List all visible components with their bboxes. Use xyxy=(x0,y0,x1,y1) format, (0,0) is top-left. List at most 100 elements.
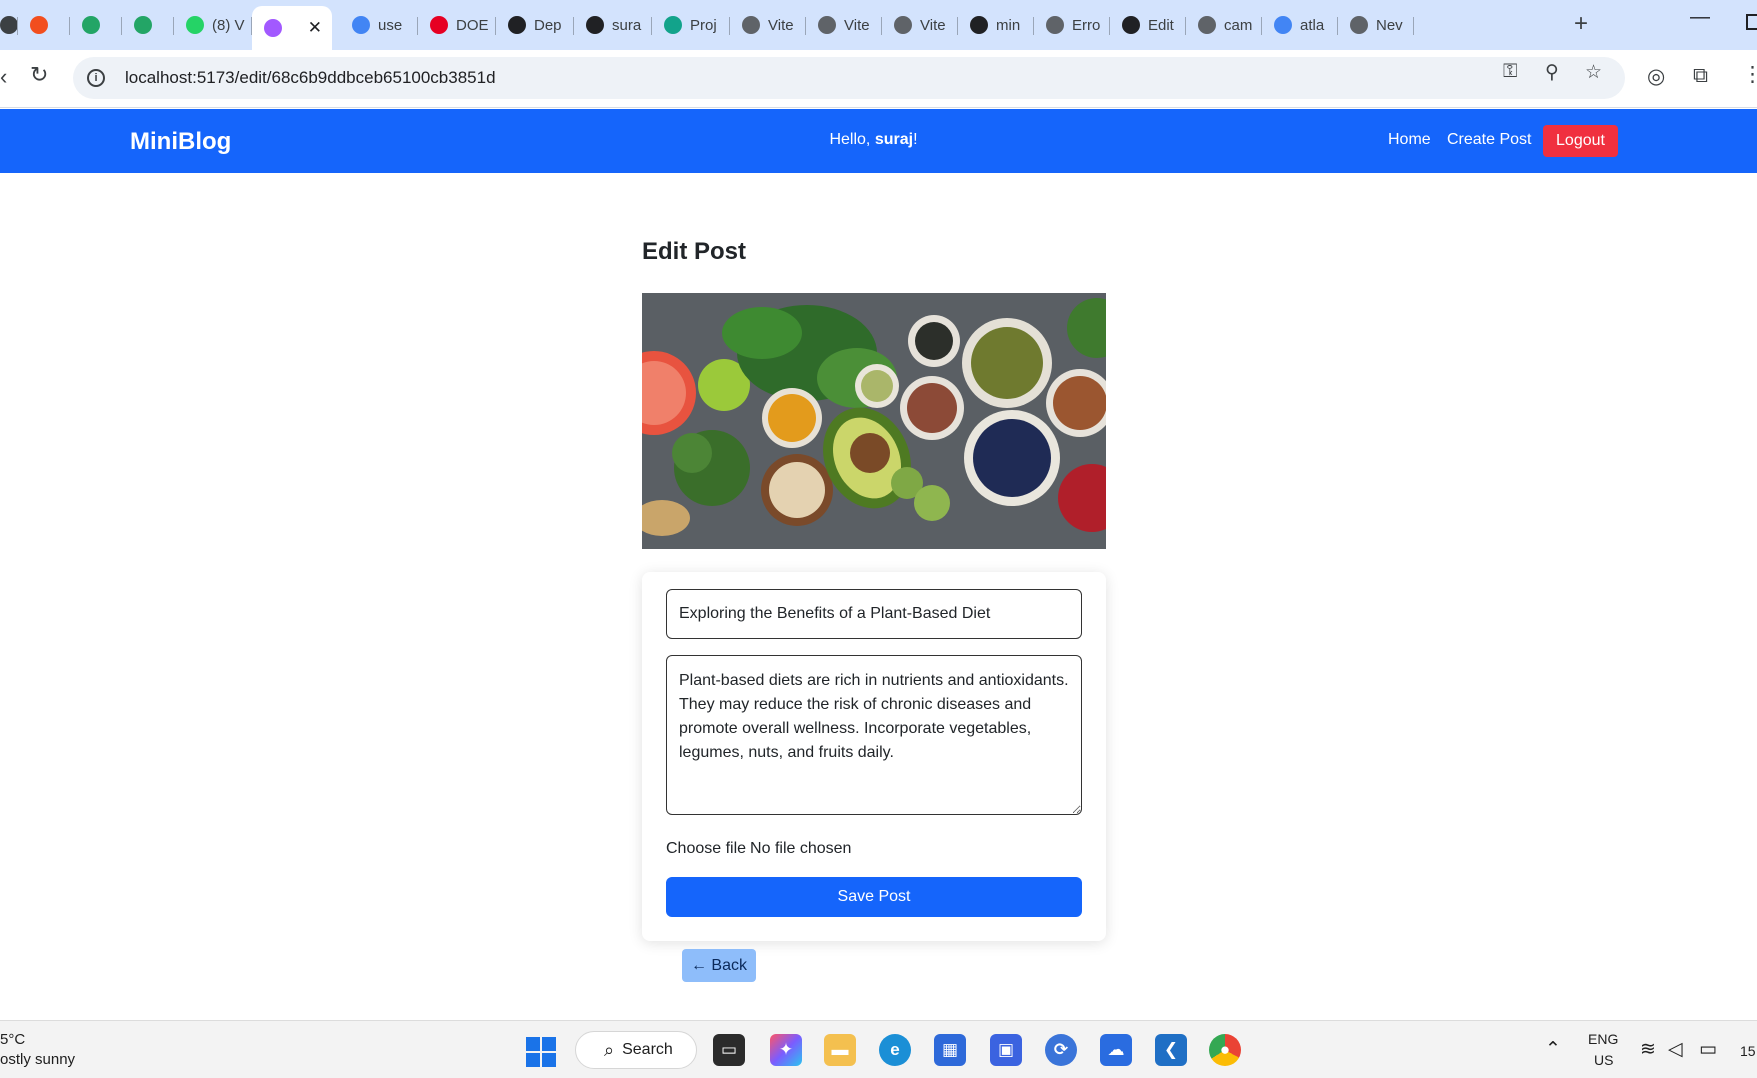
weather-temperature[interactable]: 5°C xyxy=(0,1031,25,1048)
browser-tab[interactable]: cam xyxy=(1186,8,1262,42)
browser-tab-label: Vite xyxy=(920,16,946,34)
zoom-icon[interactable]: ⚲ xyxy=(1545,61,1559,84)
browser-tab[interactable]: Dep xyxy=(496,8,574,42)
back-button[interactable]: ← Back xyxy=(682,949,756,982)
globe-icon xyxy=(818,16,836,34)
browser-tab[interactable]: min xyxy=(958,8,1034,42)
browser-toolbar: ‹ ↻ i localhost:5173/edit/68c6b9ddbceb65… xyxy=(0,50,1757,108)
language-region[interactable]: US xyxy=(1594,1052,1613,1068)
minimize-button[interactable]: — xyxy=(1690,6,1710,29)
url-text[interactable]: localhost:5173/edit/68c6b9ddbceb65100cb3… xyxy=(125,68,496,88)
figma-icon xyxy=(30,16,48,34)
globe-icon xyxy=(894,16,912,34)
onedrive-icon[interactable]: ☁ xyxy=(1100,1034,1132,1066)
sync-app-icon[interactable]: ⟳ xyxy=(1045,1034,1077,1066)
browser-tab[interactable]: F xyxy=(0,8,18,42)
pinterest-icon xyxy=(430,16,448,34)
vscode-icon[interactable]: ❮ xyxy=(1155,1034,1187,1066)
greeting-suffix: ! xyxy=(913,131,918,148)
tab-separator xyxy=(1413,17,1414,35)
wifi-icon[interactable]: ≋ xyxy=(1640,1038,1656,1061)
clock[interactable]: 15 xyxy=(1740,1043,1756,1059)
browser-tab-label: (8) V xyxy=(212,16,245,34)
browser-tab-label: Proj xyxy=(690,16,717,34)
nav-home-link[interactable]: Home xyxy=(1388,131,1431,149)
google-icon xyxy=(352,16,370,34)
app-navbar: MiniBlog Hello, suraj! Home Create Post … xyxy=(0,109,1757,173)
taskbar-search-label: Search xyxy=(622,1041,673,1058)
browser-tab[interactable] xyxy=(70,8,122,42)
browser-tab-label: Vite xyxy=(768,16,794,34)
post-image xyxy=(642,293,1106,549)
copilot-icon[interactable]: ✦ xyxy=(770,1034,802,1066)
windows-taskbar: 5°C ostly sunny ⌕ Search ▭ ✦ ▬ e ▦ ▣ ⟳ ☁… xyxy=(0,1020,1757,1078)
search-icon: ⌕ xyxy=(604,1039,615,1060)
menu-icon[interactable]: ⋮ xyxy=(1742,62,1757,87)
save-post-button[interactable]: Save Post xyxy=(666,877,1082,917)
file-explorer-icon[interactable]: ▬ xyxy=(824,1034,856,1066)
weather-description[interactable]: ostly sunny xyxy=(0,1051,75,1068)
diamond-icon xyxy=(664,16,682,34)
page-title: Edit Post xyxy=(642,238,747,265)
show-hidden-icons-icon[interactable]: ⌃ xyxy=(1545,1038,1561,1061)
browser-tab[interactable]: Vite xyxy=(882,8,958,42)
browser-tab[interactable]: Erro xyxy=(1034,8,1110,42)
logout-button[interactable]: Logout xyxy=(1543,125,1618,157)
taskbar-search[interactable]: ⌕ Search xyxy=(575,1031,697,1069)
browser-tab-label: sura xyxy=(612,16,642,34)
username: suraj xyxy=(874,131,914,148)
globe-icon xyxy=(1198,16,1216,34)
github-icon xyxy=(586,16,604,34)
browser-tab[interactable]: sura xyxy=(574,8,652,42)
extensions-icon[interactable]: ⧉ xyxy=(1693,64,1708,88)
browser-tab[interactable]: Nev xyxy=(1338,8,1414,42)
app-icon xyxy=(970,16,988,34)
browser-tab[interactable]: ✕ xyxy=(252,6,332,50)
language-code[interactable]: ENG xyxy=(1588,1031,1618,1047)
vite-icon xyxy=(264,19,282,37)
site-info-icon[interactable]: i xyxy=(87,69,105,87)
browser-tab[interactable]: Vite xyxy=(730,8,806,42)
openai-icon xyxy=(508,16,526,34)
file-input[interactable]: Choose file No file chosen xyxy=(666,840,851,858)
post-content-textarea[interactable]: Plant-based diets are rich in nutrients … xyxy=(666,655,1082,815)
tab-letter-icon xyxy=(0,16,18,34)
windows-start-icon[interactable] xyxy=(526,1037,556,1067)
maximize-button[interactable] xyxy=(1746,14,1757,30)
nav-create-post-link[interactable]: Create Post xyxy=(1447,131,1531,149)
browser-tab[interactable]: atla xyxy=(1262,8,1338,42)
browser-tab-label: DOE xyxy=(456,16,489,34)
key-icon[interactable]: ⚿ xyxy=(1503,61,1517,83)
address-bar[interactable]: i localhost:5173/edit/68c6b9ddbceb65100c… xyxy=(73,57,1625,99)
globe-icon xyxy=(1046,16,1064,34)
browser-tab-label: cam xyxy=(1224,16,1253,34)
new-tab-button[interactable]: + xyxy=(1574,10,1588,38)
choose-file-button[interactable]: Choose file xyxy=(666,840,746,858)
browser-tab[interactable]: (8) V xyxy=(174,8,252,42)
browser-tab[interactable]: DOE xyxy=(418,8,496,42)
chrome-icon[interactable]: ● xyxy=(1209,1034,1241,1066)
browser-tab[interactable]: Edit xyxy=(1110,8,1186,42)
edge-icon[interactable]: e xyxy=(879,1034,911,1066)
browser-tab-label: Nev xyxy=(1376,16,1403,34)
volume-icon[interactable]: ◁ xyxy=(1668,1038,1683,1061)
task-view-icon[interactable]: ▭ xyxy=(713,1034,745,1066)
browser-tab[interactable]: Vite xyxy=(806,8,882,42)
profile-icon[interactable]: ◎ xyxy=(1647,64,1665,89)
teams-icon[interactable]: ▣ xyxy=(990,1034,1022,1066)
browser-tab[interactable]: use xyxy=(340,8,418,42)
post-title-input[interactable] xyxy=(666,589,1082,639)
close-tab-icon[interactable]: ✕ xyxy=(308,18,322,38)
browser-tab[interactable]: Proj xyxy=(652,8,730,42)
google-icon xyxy=(1274,16,1292,34)
reload-icon[interactable]: ↻ xyxy=(30,62,48,88)
bookmark-star-icon[interactable]: ☆ xyxy=(1585,61,1602,84)
sheets-icon xyxy=(82,16,100,34)
sheets-icon xyxy=(134,16,152,34)
back-arrow-icon[interactable]: ‹ xyxy=(0,64,7,90)
battery-icon[interactable]: ▭ xyxy=(1699,1038,1717,1061)
browser-tab[interactable] xyxy=(122,8,174,42)
store-icon[interactable]: ▦ xyxy=(934,1034,966,1066)
browser-tab-label: Erro xyxy=(1072,16,1101,34)
browser-tab[interactable] xyxy=(18,8,70,42)
